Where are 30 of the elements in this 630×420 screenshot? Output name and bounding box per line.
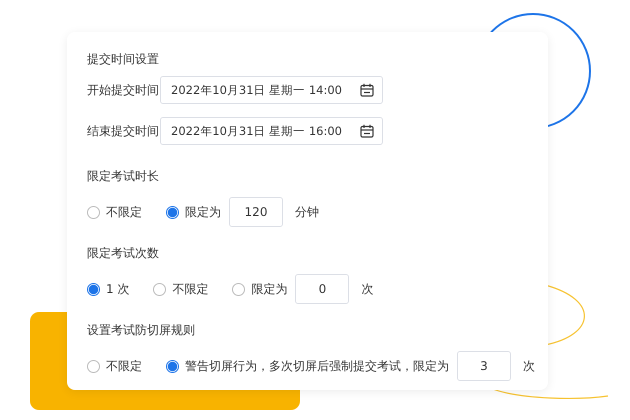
radio-button[interactable] — [232, 282, 246, 296]
calendar-icon — [360, 83, 374, 97]
option-label: 1 次 — [106, 280, 130, 298]
section-title: 限定考试时长 — [87, 168, 160, 185]
radio-button[interactable] — [87, 282, 100, 296]
section-title: 提交时间设置 — [87, 51, 160, 68]
radio-button[interactable] — [87, 206, 100, 218]
unit-label: 次 — [361, 280, 374, 298]
unit-label: 次 — [523, 358, 535, 374]
unit-label: 分钟 — [295, 204, 319, 220]
radio-button[interactable] — [166, 206, 179, 218]
number-field[interactable]: 120 — [229, 197, 283, 227]
field-label: 结束提交时间 — [87, 122, 160, 140]
option-label: 警告切屏行为，多次切屏后强制提交考试，限定为 — [185, 358, 449, 374]
field-label: 开始提交时间 — [87, 82, 160, 98]
number-field[interactable]: 0 — [295, 274, 350, 304]
calendar-icon — [360, 124, 374, 138]
radio-button[interactable] — [153, 282, 166, 296]
option-label: 限定为 — [185, 204, 221, 220]
date-field[interactable]: 2022年10月31日 星期一 16:00 — [160, 117, 383, 145]
section-title: 设置考试防切屏规则 — [87, 322, 196, 339]
section-title: 限定考试次数 — [87, 245, 160, 262]
radio-button[interactable] — [87, 360, 100, 372]
date-field[interactable]: 2022年10月31日 星期一 14:00 — [160, 76, 383, 104]
option-label: 限定为 — [251, 280, 288, 298]
number-field[interactable]: 3 — [457, 351, 511, 381]
option-label: 不限定 — [106, 358, 142, 374]
option-label: 不限定 — [172, 280, 208, 298]
option-label: 不限定 — [106, 204, 142, 220]
radio-button[interactable] — [166, 360, 179, 372]
